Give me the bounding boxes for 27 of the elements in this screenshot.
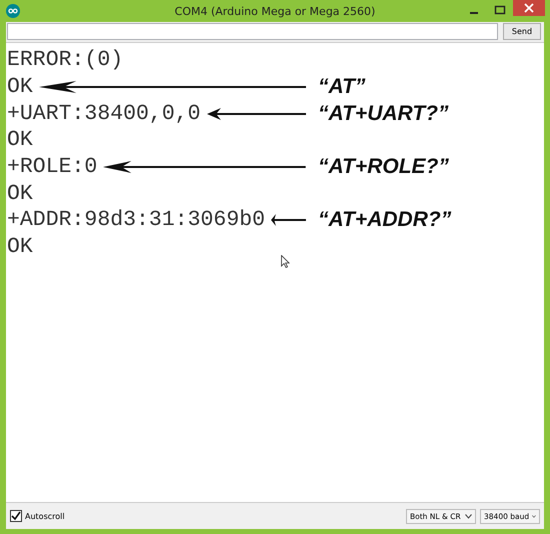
- annotation-label: “AT”: [318, 75, 366, 100]
- output-line: +UART:38400,0,0: [7, 102, 201, 126]
- output-line: OK: [7, 128, 33, 152]
- checkbox[interactable]: [10, 510, 22, 522]
- annotation-label: “AT+ADDR?”: [318, 208, 452, 232]
- arrow-icon: [103, 160, 306, 174]
- message-input-field[interactable]: [7, 23, 498, 40]
- output-line: OK: [7, 235, 33, 260]
- chevron-down-icon: [532, 514, 536, 518]
- arrow-icon: [38, 80, 306, 94]
- window-title: COM4 (Arduino Mega or Mega 2560): [174, 4, 376, 18]
- output-line: +ROLE:0: [7, 155, 98, 180]
- output-line: OK: [7, 182, 33, 206]
- arrow-icon: [271, 213, 306, 228]
- autoscroll-checkbox[interactable]: Autoscroll: [10, 510, 65, 522]
- mouse-pointer-icon: [281, 255, 290, 268]
- annotation-label: “AT+ROLE?”: [318, 155, 449, 180]
- close-icon[interactable]: [513, 0, 545, 16]
- output-line: OK: [7, 75, 33, 100]
- output-line: ERROR:(0): [7, 48, 124, 72]
- app-logo-icon: [6, 4, 20, 18]
- autoscroll-label: Autoscroll: [25, 512, 65, 520]
- send-button[interactable]: Send: [503, 23, 541, 40]
- output-line: +ADDR:98d3:31:3069b0: [7, 208, 266, 232]
- arrow-icon: [206, 106, 306, 121]
- annotation-label: “AT+UART?”: [318, 102, 448, 126]
- chevron-down-icon: [465, 514, 472, 518]
